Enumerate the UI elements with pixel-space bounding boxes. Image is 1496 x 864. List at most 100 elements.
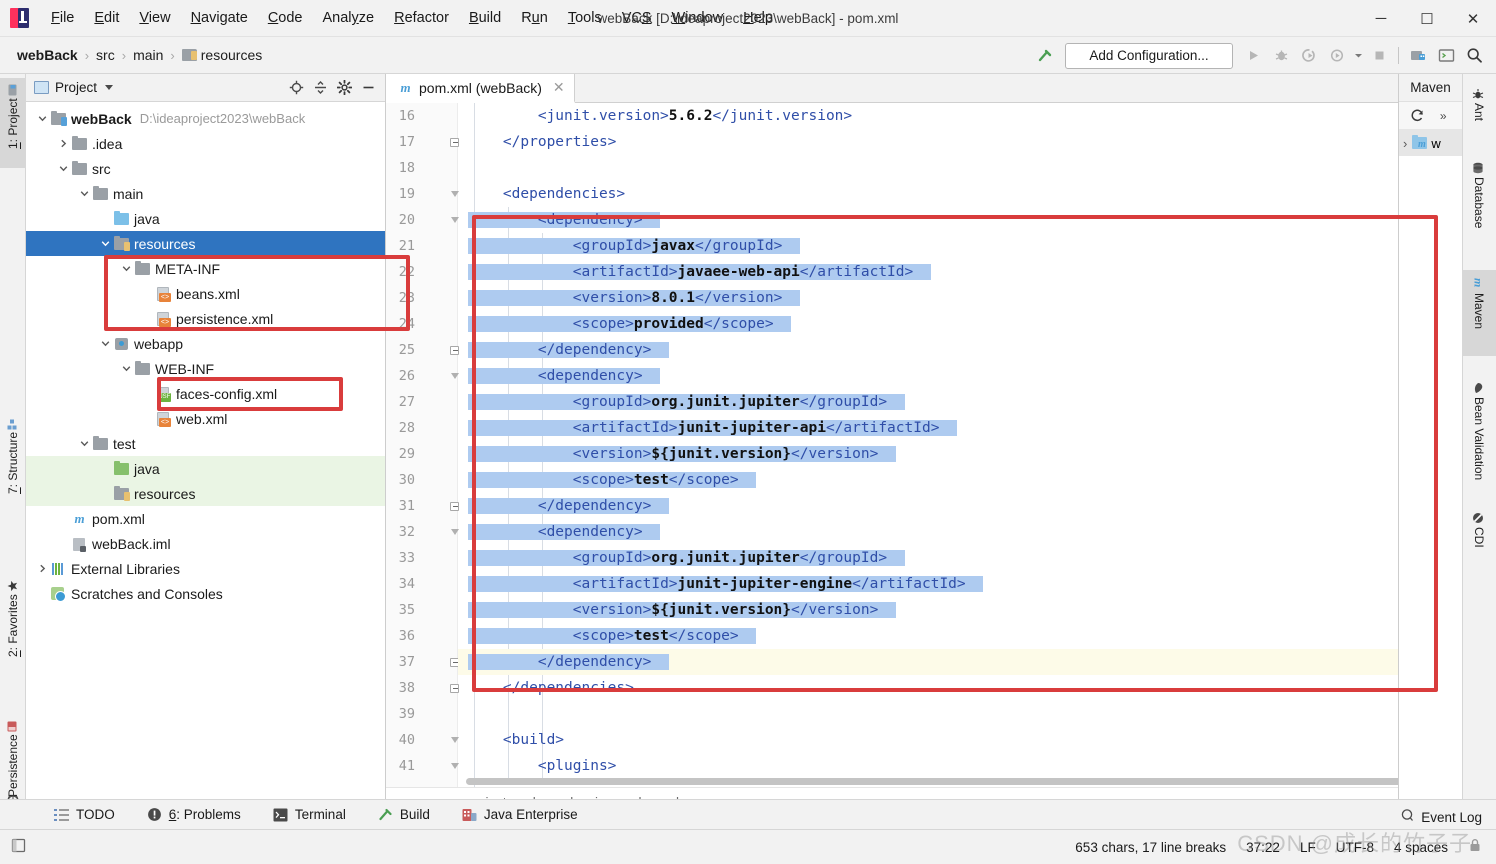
code-line[interactable]: <dependency> (458, 207, 1452, 233)
collapse-all-icon[interactable] (309, 77, 331, 99)
hide-icon[interactable] (357, 77, 379, 99)
left-stripe-structure[interactable]: 7: Structure (0, 412, 26, 522)
left-stripe-project[interactable]: 1: Project (0, 78, 26, 168)
code-line[interactable] (458, 701, 1452, 727)
tree-node-webback.iml[interactable]: webBack.iml (26, 531, 385, 556)
menu-analyze[interactable]: Analyze (313, 7, 385, 29)
chevron-down-icon[interactable] (97, 336, 113, 352)
code-line[interactable]: <scope>provided</scope> (458, 311, 1452, 337)
code-line[interactable]: <version>${junit.version}</version> (458, 441, 1452, 467)
tree-node-src[interactable]: src (26, 156, 385, 181)
build-hammer-icon[interactable] (1031, 43, 1059, 69)
code-line[interactable]: <dependencies> (458, 181, 1452, 207)
tree-node-.idea[interactable]: .idea (26, 131, 385, 156)
run-icon[interactable] (1239, 43, 1267, 69)
menu-build[interactable]: Build (459, 7, 511, 29)
right-stripe-bean-validation[interactable]: Bean Validation (1462, 374, 1496, 496)
tree-node-faces-config.xml[interactable]: JSF faces-config.xml (26, 381, 385, 406)
code-line[interactable]: <dependency> (458, 363, 1452, 389)
close-button[interactable]: ✕ (1450, 0, 1496, 37)
minimize-button[interactable]: ─ (1358, 0, 1404, 37)
chevron-down-icon[interactable] (118, 361, 134, 377)
run-with-coverage-icon[interactable] (1295, 43, 1323, 69)
code-line[interactable]: </dependency> (458, 493, 1452, 519)
indent-setting[interactable]: 4 spaces (1394, 840, 1448, 855)
code-line[interactable]: <junit.version>5.6.2</junit.version> (458, 103, 1452, 129)
menu-navigate[interactable]: Navigate (181, 7, 258, 29)
tree-node-beans.xml[interactable]: <> beans.xml (26, 281, 385, 306)
maven-project-row[interactable]: › m w (1399, 130, 1462, 156)
tree-node-main[interactable]: main (26, 181, 385, 206)
code-line[interactable] (458, 155, 1452, 181)
settings-gear-icon[interactable] (333, 77, 355, 99)
code-content[interactable]: <junit.version>5.6.2</junit.version> </p… (458, 103, 1452, 787)
right-stripe-maven[interactable]: m Maven (1462, 270, 1496, 356)
code-line[interactable]: </properties> (458, 129, 1452, 155)
code-line[interactable]: </dependency> (458, 649, 1452, 675)
editor-tab-pom-xml[interactable]: m pom.xml (webBack) ✕ (386, 74, 575, 103)
chevron-down-icon[interactable] (97, 236, 113, 252)
breadcrumb-item-src[interactable]: src (93, 46, 118, 64)
menu-vcs[interactable]: VCS (612, 7, 662, 29)
chevron-down-icon[interactable] (34, 111, 50, 127)
event-log-button[interactable]: Event Log (1400, 808, 1482, 826)
code-editor[interactable]: 16 17 18 19 20 21 22 23 24 25 26 27 28 29 30 31 32 33 34 35… (386, 103, 1452, 787)
menu-code[interactable]: Code (258, 7, 313, 29)
code-line[interactable]: <artifactId>junit-jupiter-engine</artifa… (458, 571, 1452, 597)
tree-node-webapp[interactable]: webapp (26, 331, 385, 356)
tree-node-java[interactable]: java (26, 456, 385, 481)
terminal-icon[interactable] (1432, 43, 1460, 69)
chevron-right-icon[interactable] (34, 561, 50, 577)
editor-gutter[interactable]: 16 17 18 19 20 21 22 23 24 25 26 27 28 29 30 31 32 33 34 35… (386, 103, 459, 787)
code-line[interactable]: <plugins> (458, 753, 1452, 779)
chevron-down-icon[interactable] (105, 85, 114, 90)
tool-window-terminal[interactable]: Terminal (257, 804, 362, 825)
tree-node-java[interactable]: java (26, 206, 385, 231)
debug-icon[interactable] (1267, 43, 1295, 69)
project-structure-icon[interactable] (1404, 43, 1432, 69)
code-line[interactable]: <version>${junit.version}</version> (458, 597, 1452, 623)
code-line[interactable]: <groupId>org.junit.jupiter</groupId> (458, 545, 1452, 571)
tree-node-resources[interactable]: resources (26, 481, 385, 506)
chevron-down-icon[interactable] (76, 186, 92, 202)
chevron-down-icon[interactable] (76, 436, 92, 452)
show-tool-windows-icon[interactable] (10, 837, 27, 857)
tool-window-6-problems[interactable]: 6: Problems (131, 804, 257, 825)
code-line[interactable]: <groupId>org.junit.jupiter</groupId> (458, 389, 1452, 415)
refresh-icon[interactable] (1407, 105, 1429, 127)
breadcrumb-item-resources[interactable]: resources (179, 46, 265, 64)
menu-window[interactable]: Window (662, 7, 734, 29)
right-stripe-ant[interactable]: Ant (1462, 80, 1496, 138)
tree-node-pom.xml[interactable]: m pom.xml (26, 506, 385, 531)
chevron-down-icon[interactable] (1351, 43, 1365, 69)
code-line[interactable]: <version>8.0.1</version> (458, 285, 1452, 311)
tool-window-build[interactable]: Build (362, 804, 446, 825)
chevron-right-icon[interactable] (55, 136, 71, 152)
chevron-down-icon[interactable] (118, 261, 134, 277)
code-line[interactable]: <dependency> (458, 519, 1452, 545)
menu-edit[interactable]: Edit (84, 7, 129, 29)
tree-node-scratches-and-consoles[interactable]: Scratches and Consoles (26, 581, 385, 606)
code-line[interactable]: <groupId>javax</groupId> (458, 233, 1452, 259)
code-line[interactable]: <artifactId>javaee-web-api</artifactId> (458, 259, 1452, 285)
right-stripe-cdi[interactable]: CDI (1462, 504, 1496, 566)
close-icon[interactable]: ✕ (553, 79, 565, 96)
tool-window-java-enterprise[interactable]: Java Enterprise (446, 804, 594, 825)
maximize-button[interactable]: ☐ (1404, 0, 1450, 37)
code-line[interactable]: </dependency> (458, 337, 1452, 363)
expand-panel-icon[interactable]: » (1433, 105, 1455, 127)
tree-node-webback[interactable]: webBack D:\ideaproject2023\webBack (26, 106, 385, 131)
lock-icon[interactable] (1468, 838, 1482, 856)
chevron-right-icon[interactable]: › (1403, 136, 1407, 151)
add-configuration-button[interactable]: Add Configuration... (1065, 42, 1233, 69)
caret-position[interactable]: 37:22 (1246, 840, 1280, 855)
tool-window-todo[interactable]: TODO (38, 804, 131, 825)
file-encoding[interactable]: UTF-8 (1336, 840, 1374, 855)
left-stripe-favorites[interactable]: 2: Favorites (0, 574, 26, 686)
tree-node-persistence.xml[interactable]: <> persistence.xml (26, 306, 385, 331)
locate-icon[interactable] (285, 77, 307, 99)
stop-icon[interactable] (1365, 43, 1393, 69)
tree-node-external-libraries[interactable]: External Libraries (26, 556, 385, 581)
tree-node-web.xml[interactable]: <> web.xml (26, 406, 385, 431)
tree-node-web-inf[interactable]: WEB-INF (26, 356, 385, 381)
